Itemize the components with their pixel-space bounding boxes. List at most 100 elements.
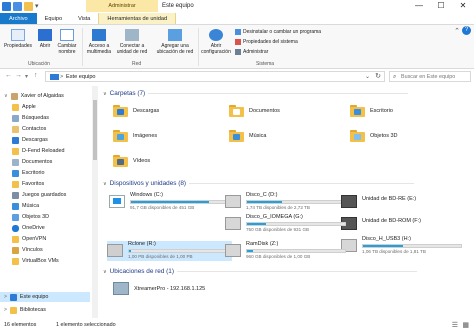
expand-chevron-icon[interactable]: > xyxy=(4,307,7,313)
folder-icon xyxy=(12,235,19,243)
cambiar-nombre-button[interactable]: Cambiar nombre xyxy=(55,29,79,55)
close-button[interactable]: ✕ xyxy=(452,0,474,12)
new-folder-quick-icon[interactable] xyxy=(24,2,33,11)
nav-item-favoritos[interactable]: Favoritos xyxy=(12,179,44,189)
desktop-folder-icon xyxy=(350,105,365,117)
tab-vista[interactable]: Vista xyxy=(70,13,98,24)
desinstalar-button[interactable]: Desinstalar o cambiar un programa xyxy=(235,29,321,35)
nav-item-busquedas[interactable]: Búsquedas xyxy=(12,113,49,123)
drive-disco-h[interactable]: Disco_H_USB3 (H:) 1,06 TB disponibles de… xyxy=(341,236,466,256)
maximize-button[interactable]: ☐ xyxy=(430,0,452,12)
forward-arrow-icon[interactable]: → xyxy=(15,72,22,79)
help-icon[interactable]: ? xyxy=(462,26,471,35)
drive-usage-bar xyxy=(128,249,228,253)
nav-item-objetos3d[interactable]: Objetos 3D xyxy=(12,212,49,222)
nav-item-apple[interactable]: Apple xyxy=(12,102,36,112)
app-icon[interactable] xyxy=(2,2,11,11)
title-bar: ▾ Administrar Este equipo — ☐ ✕ xyxy=(0,0,474,14)
back-arrow-icon[interactable]: ← xyxy=(5,72,12,79)
nav-item-musica[interactable]: Música xyxy=(12,201,39,211)
details-view-icon[interactable]: ☰ xyxy=(452,321,458,329)
drive-disco-g[interactable]: Disco_G_IOMEGA (G:) 750 GB disponibles d… xyxy=(225,214,350,234)
folder-musica[interactable]: Música xyxy=(229,130,266,142)
folder-documentos[interactable]: Documentos xyxy=(229,105,280,117)
cloud-icon xyxy=(12,224,19,232)
up-arrow-icon[interactable]: ↑ xyxy=(34,72,38,79)
network-location-xtreamer[interactable]: XtreamerPro - 192.168.1.125 xyxy=(113,282,205,295)
propiedades-sistema-button[interactable]: Propiedades del sistema xyxy=(235,39,298,45)
expand-chevron-icon[interactable]: > xyxy=(4,294,7,300)
section-red[interactable]: ∨ Ubicaciones de red (1) xyxy=(103,268,417,275)
nav-item-user[interactable]: ∨ Xavier of Algaidas xyxy=(4,91,64,101)
nav-item-virtualbox[interactable]: VirtualBox VMs xyxy=(12,256,59,266)
games-icon xyxy=(12,191,19,199)
nav-item-onedrive[interactable]: OneDrive xyxy=(12,223,45,233)
chevron-down-icon[interactable]: ▾ xyxy=(35,2,44,11)
document-icon xyxy=(12,158,19,166)
tiles-view-icon[interactable]: ▦ xyxy=(462,321,469,329)
computer-icon xyxy=(9,293,17,301)
tab-herramientas[interactable]: Herramientas de unidad xyxy=(98,13,177,24)
refresh-icon[interactable]: ↻ xyxy=(375,72,381,82)
group-ubicacion: Ubicación xyxy=(28,61,50,67)
drive-bd-re-e[interactable]: Unidad de BD-RE (E:) xyxy=(341,192,466,212)
folder-imagenes[interactable]: Imágenes xyxy=(113,130,157,142)
tab-archivo[interactable]: Archivo xyxy=(0,13,37,24)
collapse-chevron-icon[interactable]: ∨ xyxy=(103,181,107,187)
acceso-multimedia-button[interactable]: Acceso a multimedia xyxy=(84,29,114,55)
address-bar[interactable]: > Este equipo ⌄ ↻ xyxy=(45,71,385,82)
nav-item-openvpn[interactable]: OpenVPN xyxy=(12,234,46,244)
quick-access-toolbar: ▾ xyxy=(2,2,44,11)
minimize-button[interactable]: — xyxy=(408,0,430,12)
nav-item-documentos[interactable]: Documentos xyxy=(12,157,52,167)
search-input[interactable]: ⌕ Buscar en Este equipo xyxy=(389,71,471,82)
folder-objetos3d[interactable]: Objetos 3D xyxy=(350,130,398,142)
folder-descargas[interactable]: Descargas xyxy=(113,105,159,117)
nav-scroll-thumb[interactable] xyxy=(93,100,97,160)
recent-chevron-icon[interactable]: ▾ xyxy=(25,73,28,80)
nav-item-este-equipo[interactable]: > Este equipo xyxy=(0,292,90,302)
window-title: Este equipo xyxy=(162,3,194,9)
drive-disco-d[interactable]: Disco_C (D:) 1,74 TB disponibles de 2,72… xyxy=(225,192,350,212)
drive-usage-bar xyxy=(246,222,346,226)
chevron-up-icon[interactable]: ⌃ xyxy=(454,27,460,35)
search-placeholder: Buscar en Este equipo xyxy=(401,74,456,80)
windows-logo-icon xyxy=(113,198,121,204)
drive-windows-c[interactable]: Windows (C:) 91,7 GB disponibles de 451 … xyxy=(109,192,234,212)
folder-escritorio[interactable]: Escritorio xyxy=(350,105,393,117)
network-device-icon xyxy=(113,282,129,295)
abrir-configuracion-button[interactable]: Abrir configuración xyxy=(200,29,232,55)
conectar-unidad-button[interactable]: Conectar a unidad de red xyxy=(116,29,148,55)
nav-item-vinculos[interactable]: Vínculos xyxy=(12,245,43,255)
nav-item-dfend[interactable]: D-Fend Reloaded xyxy=(12,146,65,156)
breadcrumb[interactable]: Este equipo xyxy=(66,72,96,82)
folder-videos[interactable]: Vídeos xyxy=(113,155,150,167)
properties-quick-icon[interactable] xyxy=(13,2,22,11)
tab-equipo[interactable]: Equipo xyxy=(37,13,70,24)
nav-item-bibliotecas[interactable]: > Bibliotecas xyxy=(4,305,46,315)
drive-rclone-r[interactable]: Rclone (R:) 1,00 PB disponibles de 1,00 … xyxy=(107,241,232,261)
agregar-ubicacion-button[interactable]: Agregar una ubicación de red xyxy=(154,29,196,55)
nav-item-contactos[interactable]: Contactos xyxy=(12,124,46,134)
folder-icon xyxy=(12,257,19,265)
collapse-chevron-icon[interactable]: ∨ xyxy=(103,91,107,97)
nav-item-escritorio[interactable]: Escritorio xyxy=(12,168,44,178)
nav-item-juegos[interactable]: Juegos guardados xyxy=(12,190,66,200)
section-carpetas[interactable]: ∨ Carpetas (7) xyxy=(103,90,409,97)
drive-usage-fill xyxy=(247,250,253,252)
pictures-folder-icon xyxy=(113,130,128,142)
address-row: ← → ▾ ↑ > Este equipo ⌄ ↻ ⌕ Buscar en Es… xyxy=(0,70,474,84)
expand-chevron-icon[interactable]: ∨ xyxy=(4,93,8,99)
link-folder-icon xyxy=(12,246,19,254)
section-dispositivos[interactable]: ∨ Dispositivos y unidades (8) xyxy=(103,180,415,187)
drive-bd-rom-f[interactable]: Unidad de BD-ROM (F:) xyxy=(341,214,466,234)
propiedades-button[interactable]: Propiedades xyxy=(3,29,33,49)
collapse-chevron-icon[interactable]: ∨ xyxy=(103,269,107,275)
cube-icon xyxy=(12,213,19,221)
administrar-button[interactable]: Administrar xyxy=(235,49,268,55)
abrir-button[interactable]: Abrir xyxy=(34,29,56,49)
nav-item-descargas[interactable]: Descargas xyxy=(12,135,48,145)
chevron-down-icon[interactable]: ⌄ xyxy=(365,72,370,82)
drive-usage-bar xyxy=(246,200,346,204)
drive-ramdisk-z[interactable]: RamDisk (Z:) 960 GB disponibles de 1,00 … xyxy=(225,241,350,261)
